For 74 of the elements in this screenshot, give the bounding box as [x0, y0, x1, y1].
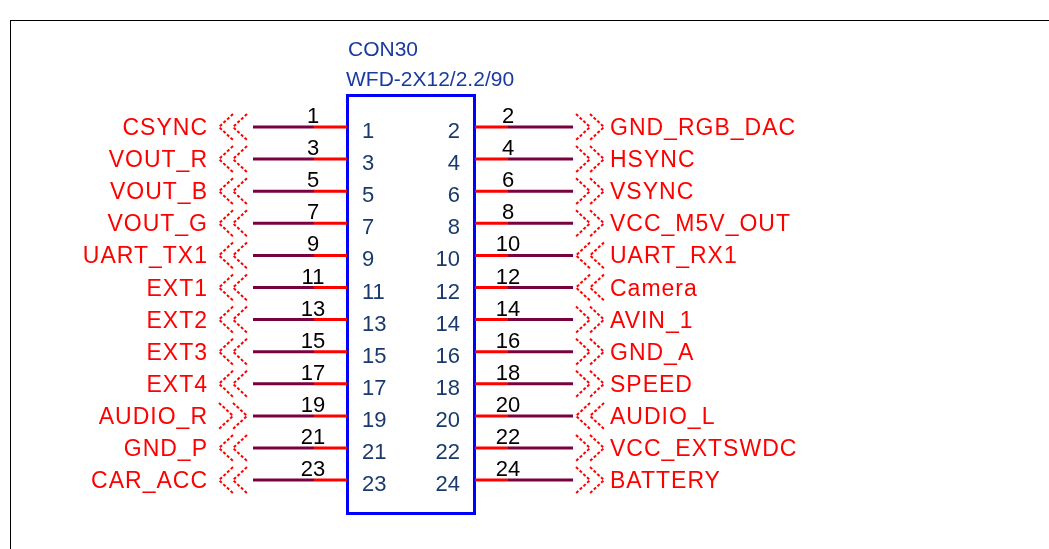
- pin-number: 13: [300, 295, 326, 321]
- pin-number: 3: [306, 135, 320, 161]
- net-label: VOUT_R: [108, 146, 208, 173]
- net-label: BATTERY: [610, 467, 721, 494]
- net-label: CAR_ACC: [91, 467, 208, 494]
- pin-number: 1: [362, 118, 375, 143]
- pin-number: 19: [300, 391, 326, 417]
- net-label: VCC_EXTSWDC: [610, 435, 798, 461]
- pin-number: 7: [362, 214, 375, 240]
- net-label: EXT1: [146, 274, 208, 301]
- pin-number: 6: [447, 182, 460, 208]
- pin-number: 23: [362, 471, 387, 497]
- net-label: CSYNC: [122, 114, 208, 140]
- net-label: VOUT_B: [109, 178, 208, 205]
- pin-number: 22: [495, 424, 521, 449]
- pin-number: 22: [435, 439, 460, 464]
- pin-number: 2: [501, 103, 515, 128]
- pin-number: 20: [435, 406, 460, 432]
- pin-number: 18: [495, 359, 521, 385]
- pin-number: 16: [495, 327, 521, 353]
- pin-number: 9: [362, 246, 375, 272]
- pin-number: 2: [447, 118, 460, 143]
- net-label: EXT4: [146, 370, 208, 397]
- pin-number: 23: [300, 456, 326, 482]
- pin-number: 4: [501, 135, 515, 161]
- net-label: HSYNC: [610, 146, 696, 173]
- net-label: Camera: [610, 274, 698, 301]
- pin-number: 17: [362, 374, 387, 400]
- net-label: EXT3: [146, 338, 208, 365]
- pin-number: 13: [362, 310, 387, 336]
- net-label: UART_RX1: [610, 242, 738, 269]
- pin-number: 24: [495, 456, 521, 482]
- net-label: GND_RGB_DAC: [610, 114, 797, 140]
- net-label: VOUT_G: [107, 210, 208, 237]
- net-label: UART_TX1: [82, 242, 208, 269]
- pin-number: 14: [435, 310, 460, 336]
- pin-number: 21: [362, 439, 387, 464]
- component-part-number: WFD-2X12/2.2/90: [346, 67, 515, 90]
- net-label: SPEED: [610, 370, 693, 397]
- pin-number: 5: [362, 182, 375, 208]
- net-label: GND_A: [610, 338, 695, 365]
- pin-number: 10: [435, 246, 460, 272]
- pin-number: 8: [501, 199, 515, 225]
- pin-number: 15: [362, 342, 387, 368]
- pin-number: 18: [435, 374, 460, 400]
- pin-number: 12: [495, 263, 521, 289]
- pin-number: 9: [306, 231, 320, 257]
- pin-number: 19: [362, 406, 387, 432]
- pin-number: 16: [435, 342, 460, 368]
- pin-number: 24: [435, 471, 460, 497]
- pin-number: 8: [447, 214, 460, 240]
- pin-number: 10: [495, 231, 521, 257]
- pin-number: 3: [362, 150, 375, 176]
- pin-number: 6: [501, 167, 515, 193]
- pin-number: 20: [495, 391, 521, 417]
- pin-number: 15: [300, 327, 326, 353]
- pin-number: 4: [447, 150, 460, 176]
- net-label: AUDIO_R: [98, 402, 208, 429]
- net-label: VCC_M5V_OUT: [610, 210, 791, 237]
- pin-number: 12: [435, 278, 460, 304]
- pin-number: 5: [306, 167, 320, 193]
- pin-number: 11: [362, 278, 385, 304]
- net-label: EXT2: [146, 306, 208, 333]
- component-reference: CON30: [348, 37, 419, 60]
- pin-number: 1: [306, 103, 320, 128]
- net-label: AVIN_1: [610, 306, 694, 333]
- pin-number: 21: [300, 424, 326, 449]
- pin-number: 7: [306, 199, 320, 225]
- net-label: AUDIO_L: [610, 402, 716, 429]
- pin-number: 11: [301, 263, 325, 289]
- pin-number: 14: [495, 295, 521, 321]
- pin-number: 17: [300, 359, 326, 385]
- net-label: VSYNC: [610, 178, 695, 205]
- net-label: GND_P: [123, 435, 208, 461]
